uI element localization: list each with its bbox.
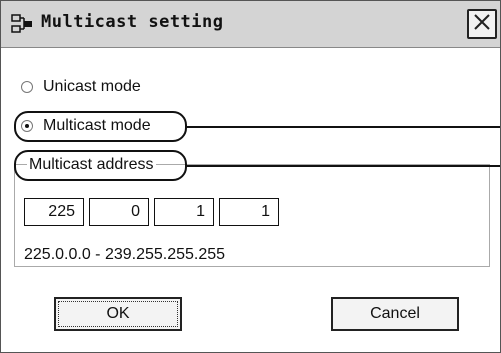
close-button[interactable] <box>467 9 497 39</box>
close-icon <box>473 13 491 36</box>
ip-octet-1-input[interactable]: 225 <box>24 198 84 226</box>
network-settings-icon <box>11 13 33 35</box>
multicast-mode-callout <box>14 111 187 142</box>
ip-octet-4-input[interactable]: 1 <box>219 198 279 226</box>
multicast-address-callout-line <box>187 165 500 167</box>
unicast-mode-label: Unicast mode <box>43 78 141 95</box>
radio-button-unchecked[interactable] <box>21 81 33 93</box>
address-range-text: 225.0.0.0 - 239.255.255.255 <box>24 246 226 263</box>
cancel-button[interactable]: Cancel <box>331 297 459 331</box>
ip-octet-3-input[interactable]: 1 <box>154 198 214 226</box>
title-bar: Multicast setting <box>1 1 500 48</box>
ip-octet-2-input[interactable]: 0 <box>89 198 149 226</box>
multicast-setting-dialog: Multicast setting Unicast mode Multicast… <box>0 0 501 353</box>
window-title: Multicast setting <box>41 12 224 32</box>
unicast-mode-radio[interactable]: Unicast mode <box>21 75 141 99</box>
dialog-body: Unicast mode Multicast mode Multicast ad… <box>1 48 500 353</box>
multicast-address-callout <box>14 150 187 181</box>
multicast-mode-callout-line <box>187 126 500 128</box>
ok-button[interactable]: OK <box>54 297 182 331</box>
